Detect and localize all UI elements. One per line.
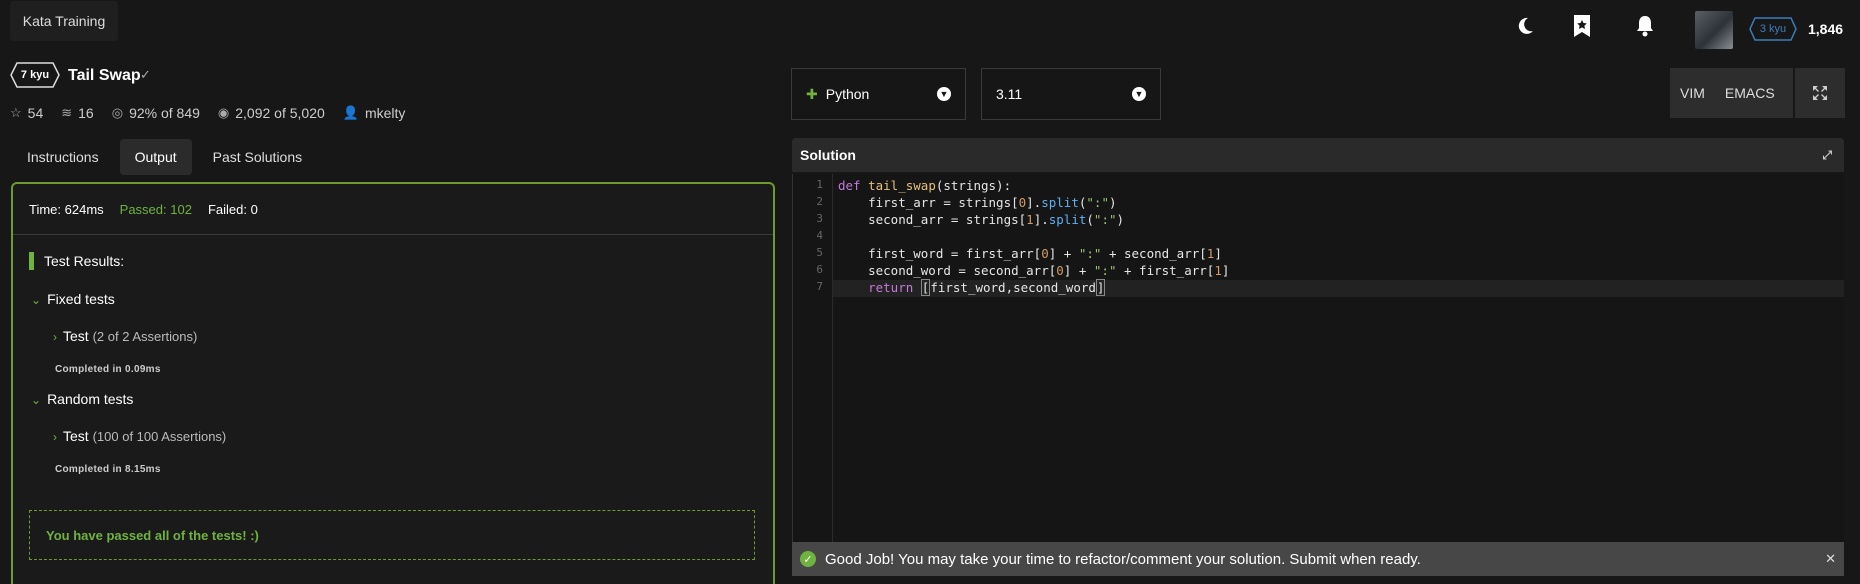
code-line-6: second_word = second_arr[0] + ":" + firs…	[838, 263, 1230, 278]
tab-output[interactable]: Output	[119, 139, 192, 175]
code-line-1: def tail_swap(strings):	[838, 178, 1012, 193]
version-select[interactable]: 3.11 ▼	[981, 68, 1161, 120]
passed-count: Passed: 102	[119, 202, 192, 217]
line-gutter: 1 2 3 4 5 6 7	[793, 174, 833, 542]
line-number: 2	[816, 195, 823, 208]
toast-message: Good Job! You may take your time to refa…	[825, 550, 1421, 568]
chevron-down-icon: ▼	[937, 87, 951, 101]
vim-button[interactable]: VIM	[1670, 68, 1715, 118]
check-icon: ✓	[140, 67, 151, 82]
target-icon: ◉	[217, 105, 230, 120]
rank-badge: 3 kyu	[1749, 17, 1797, 41]
failed-count: Failed: 0	[207, 202, 258, 217]
python-icon: ✚	[806, 85, 818, 102]
completed-time: Completed in 8.15ms	[55, 464, 161, 475]
code-line-2: first_arr = strings[0].split(":")	[838, 195, 1117, 210]
top-bar: Kata Training 3 kyu 1,846	[0, 0, 1860, 52]
line-number: 5	[816, 246, 823, 259]
line-number: 6	[816, 263, 823, 276]
close-icon[interactable]: ✕	[1825, 551, 1836, 567]
success-toast: ✓ Good Job! You may take your time to re…	[792, 542, 1844, 576]
completed-value: 2,092 of 5,020	[235, 105, 325, 121]
completed-stat: ◉ 2,092 of 5,020	[218, 105, 325, 121]
editor-mode-group: VIM EMACS	[1670, 68, 1793, 118]
code-line-3: second_arr = strings[1].split(":")	[838, 212, 1125, 227]
chevron-right-icon: ›	[53, 330, 57, 344]
assertions-count: (100 of 100 Assertions)	[92, 429, 227, 444]
test-summary: Time: 624ms Passed: 102 Failed: 0	[29, 202, 258, 217]
bell-icon[interactable]	[1633, 14, 1657, 38]
chevron-right-icon: ›	[53, 430, 57, 444]
fullscreen-button[interactable]	[1795, 68, 1845, 118]
test-results-heading: Test Results:	[29, 252, 124, 270]
output-panel: Time: 624ms Passed: 102 Failed: 0 Test R…	[11, 182, 775, 584]
honor-score: 1,846	[1808, 21, 1844, 37]
test-name: Test	[63, 428, 89, 444]
expand-icon	[1813, 86, 1827, 100]
rank-label: 3 kyu	[1759, 23, 1787, 35]
code-editor[interactable]: 1 2 3 4 5 6 7 def tail_swap(strings): fi…	[792, 174, 1844, 542]
layers-icon: ≋	[61, 105, 73, 120]
satisfaction-value: 92% of 849	[129, 105, 200, 121]
random-test-item[interactable]: › Test (100 of 100 Assertions)	[53, 428, 226, 444]
tab-past-solutions[interactable]: Past Solutions	[198, 139, 318, 175]
kyu-badge: 7 kyu	[10, 62, 60, 88]
collections-stat[interactable]: ≋ 16	[61, 105, 93, 121]
stars-stat[interactable]: ☆ 54	[10, 105, 43, 121]
line-number: 3	[816, 212, 823, 225]
kata-training-button[interactable]: Kata Training	[10, 1, 118, 41]
left-tabs: Instructions Output Past Solutions	[12, 139, 317, 175]
solution-header: Solution ⤢	[792, 138, 1844, 172]
chevron-down-icon: ⌄	[31, 293, 42, 307]
test-name: Test	[63, 328, 89, 344]
divider	[13, 234, 773, 235]
random-tests-group[interactable]: ⌄ Random tests	[31, 391, 133, 407]
chevron-down-icon: ⌄	[31, 393, 42, 407]
eye-icon: ◎	[111, 105, 124, 120]
tab-instructions[interactable]: Instructions	[12, 139, 114, 175]
star-icon: ☆	[10, 105, 22, 120]
bookmark-star-icon[interactable]	[1570, 14, 1594, 38]
moon-icon[interactable]	[1513, 14, 1537, 38]
satisfaction-stat: ◎ 92% of 849	[112, 105, 200, 121]
emacs-button[interactable]: EMACS	[1715, 68, 1785, 118]
user-avatar[interactable]	[1695, 11, 1733, 49]
pass-message: You have passed all of the tests! :)	[29, 510, 755, 560]
chevron-down-icon: ▼	[1132, 87, 1146, 101]
kyu-label: 7 kyu	[20, 69, 50, 81]
completed-time: Completed in 0.09ms	[55, 364, 161, 375]
code-line-5: first_word = first_arr[0] + ":" + second…	[838, 246, 1222, 261]
kata-title: Tail Swap	[68, 67, 141, 84]
version-value: 3.11	[996, 86, 1023, 102]
line-number: 7	[816, 280, 823, 293]
assertions-count: (2 of 2 Assertions)	[92, 329, 198, 344]
stars-count: 54	[27, 105, 44, 121]
author-stat[interactable]: 👤 mkelty	[343, 105, 406, 121]
line-number: 4	[816, 229, 823, 242]
solution-label: Solution	[800, 147, 856, 163]
user-icon: 👤	[342, 105, 359, 120]
code-line-7: return [first_word,second_word]	[868, 279, 1106, 296]
language-select[interactable]: ✚ Python ▼	[791, 68, 966, 120]
author-name: mkelty	[364, 105, 406, 121]
language-value: Python	[825, 86, 870, 102]
check-circle-icon: ✓	[800, 551, 816, 567]
line-number: 1	[816, 178, 823, 191]
group-name: Random tests	[47, 391, 134, 407]
collections-count: 16	[78, 105, 94, 121]
fixed-tests-group[interactable]: ⌄ Fixed tests	[31, 291, 115, 307]
fixed-test-item[interactable]: › Test (2 of 2 Assertions)	[53, 328, 197, 344]
kata-stats: ☆ 54 ≋ 16 ◎ 92% of 849 ◉ 2,092 of 5,020 …	[10, 105, 405, 121]
group-name: Fixed tests	[47, 291, 115, 307]
time-value: Time: 624ms	[29, 202, 104, 217]
expand-icon[interactable]: ⤢	[1822, 148, 1832, 163]
